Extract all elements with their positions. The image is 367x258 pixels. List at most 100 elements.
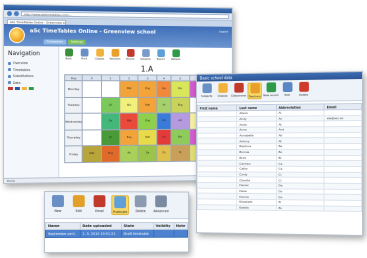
back-button[interactable]: Back [62, 48, 75, 60]
email-icon [93, 195, 106, 208]
edit-button[interactable]: Edit [280, 82, 294, 99]
timetable-toolbar: Back Print Classes Teachers Rooms Subjects Exp… [62, 48, 229, 63]
teachers-button[interactable]: Teachers [109, 48, 121, 61]
button-label: Classes [94, 57, 105, 61]
lesson-cell[interactable]: Mat [119, 80, 139, 97]
edit-button[interactable]: Edit [70, 195, 88, 215]
classes-icon [95, 48, 104, 57]
publish-icon [114, 196, 126, 209]
app-title: aSc TimeTables Online - Greenview school [29, 28, 156, 36]
day-label: Wednesday [64, 113, 83, 130]
lesson-cell[interactable]: Art [171, 112, 190, 129]
button-label: Teachers [109, 57, 121, 61]
lesson-cell[interactable]: Hi [101, 129, 120, 146]
advanced-button[interactable]: Advanced [152, 195, 169, 215]
new-button[interactable]: New [49, 195, 67, 215]
button-label: Classes [217, 93, 228, 98]
forward-icon[interactable] [13, 11, 19, 17]
rooms-button[interactable]: Rooms [124, 48, 136, 61]
lesson-cell[interactable]: Eng [171, 96, 190, 113]
backups-column-header[interactable]: Validity [153, 222, 174, 230]
backup-cell: September-ver1 [45, 229, 80, 238]
flag-icon[interactable] [14, 87, 20, 91]
teachers-icon [111, 48, 119, 57]
backups-column-header[interactable]: Date uploaded [79, 222, 122, 230]
lesson-cell[interactable] [101, 80, 120, 97]
backups-column-header[interactable]: Note [173, 222, 188, 230]
delete-button[interactable]: Delete [132, 195, 150, 215]
delete-button[interactable]: Delete [296, 81, 311, 99]
classes-button[interactable]: Classes [93, 48, 106, 61]
classrooms-button[interactable]: Classrooms [230, 82, 247, 100]
lesson-cell[interactable]: Hi [171, 144, 190, 161]
backup-row-selected[interactable]: September-ver1 1. 5. 2010 10:51:21 Draft t… [45, 229, 188, 238]
school-data-toolbar: Subjects Classes Classrooms Teachers New rec… [196, 79, 363, 103]
lesson-cell[interactable]: Mat [119, 113, 139, 130]
lesson-cell[interactable] [82, 80, 102, 97]
flag-icon[interactable] [7, 87, 13, 91]
lesson-cell[interactable] [82, 113, 102, 130]
app-header: aSc TimeTables Online - Greenview school… [3, 24, 232, 48]
button-label: Classrooms [230, 93, 247, 98]
lesson-cell[interactable]: Ge [101, 113, 120, 130]
lesson-cell[interactable]: Mat [138, 129, 157, 146]
teacher-cell: Estelle [237, 204, 277, 211]
rooms-icon [126, 48, 135, 57]
logout-link[interactable]: Logout [219, 30, 228, 34]
email-button[interactable]: Email [91, 195, 109, 215]
lesson-cell[interactable]: Bio [119, 96, 139, 114]
button-label: Publicate [112, 209, 128, 214]
grid-row: MondayMatEngGeBioPh [64, 80, 209, 97]
flag-icon[interactable] [28, 87, 34, 91]
button-label: Edit [284, 92, 290, 97]
lesson-cell[interactable]: Eng [101, 145, 120, 162]
sidebar-item-data[interactable]: Data [8, 81, 54, 85]
flag-icon[interactable] [21, 87, 27, 91]
lesson-cell[interactable]: Ph [119, 145, 139, 162]
subjects-button[interactable]: Subjects [139, 49, 151, 61]
export-button[interactable]: Export [154, 49, 166, 61]
back-arrow-icon [64, 48, 73, 57]
button-label: Subjects [201, 93, 213, 98]
lesson-cell[interactable]: Eng [138, 112, 157, 130]
lesson-cell[interactable]: Ch [101, 96, 120, 114]
lesson-cell[interactable] [82, 96, 102, 114]
new-doc-icon [51, 195, 64, 208]
lesson-cell[interactable]: Bio [171, 128, 190, 145]
backups-table: Name Date uploaded State Validity Note Septe… [45, 222, 188, 238]
lesson-cell[interactable]: Ch [156, 128, 172, 146]
lesson-cell[interactable]: Bio [171, 80, 190, 97]
edit-icon [282, 82, 292, 93]
nav-button-timetables[interactable]: Timetables [43, 39, 66, 45]
teacher-row[interactable]: Estelle Es [197, 204, 362, 212]
lesson-cell[interactable]: Mat [138, 96, 157, 114]
lesson-cell[interactable]: Ge [156, 80, 172, 97]
back-icon[interactable] [6, 11, 12, 17]
lesson-cell[interactable]: Eng [119, 129, 139, 146]
backups-column-header[interactable]: State [121, 222, 154, 230]
backup-cell [153, 229, 174, 238]
refresh-button[interactable]: Refresh [170, 49, 182, 61]
classes-button[interactable]: Classes [216, 83, 230, 100]
print-button[interactable]: Print [78, 48, 91, 61]
new-record-button[interactable]: New record [263, 82, 278, 99]
publicate-button[interactable]: Publicate [111, 195, 129, 216]
button-label: Delete [299, 92, 309, 97]
lesson-cell[interactable]: Eng [138, 80, 157, 97]
subjects-button[interactable]: Subjects [200, 83, 214, 100]
tools-icon [155, 195, 167, 208]
lesson-cell[interactable] [82, 129, 102, 146]
sidebar-item-substitutions[interactable]: Substitutions [8, 74, 54, 78]
nav-button-settings[interactable]: Settings [68, 39, 86, 45]
lesson-cell[interactable]: Ch [156, 144, 172, 162]
sidebar-item-overview[interactable]: Overview [8, 61, 54, 65]
lesson-cell[interactable]: Ge [138, 145, 157, 162]
backups-column-header[interactable]: Name [45, 222, 80, 230]
teachers-table: First name Last name Abbreviation Email Ali… [197, 103, 362, 212]
lesson-cell[interactable]: Hi [156, 96, 172, 113]
sidebar-item-timetables[interactable]: Timetables [8, 68, 54, 72]
teachers-button[interactable]: Teachers [247, 82, 262, 100]
backup-cell: 1. 5. 2010 10:51:21 [79, 229, 122, 238]
lesson-cell[interactable]: Mat [82, 145, 102, 163]
lesson-cell[interactable]: Ph [156, 112, 172, 130]
